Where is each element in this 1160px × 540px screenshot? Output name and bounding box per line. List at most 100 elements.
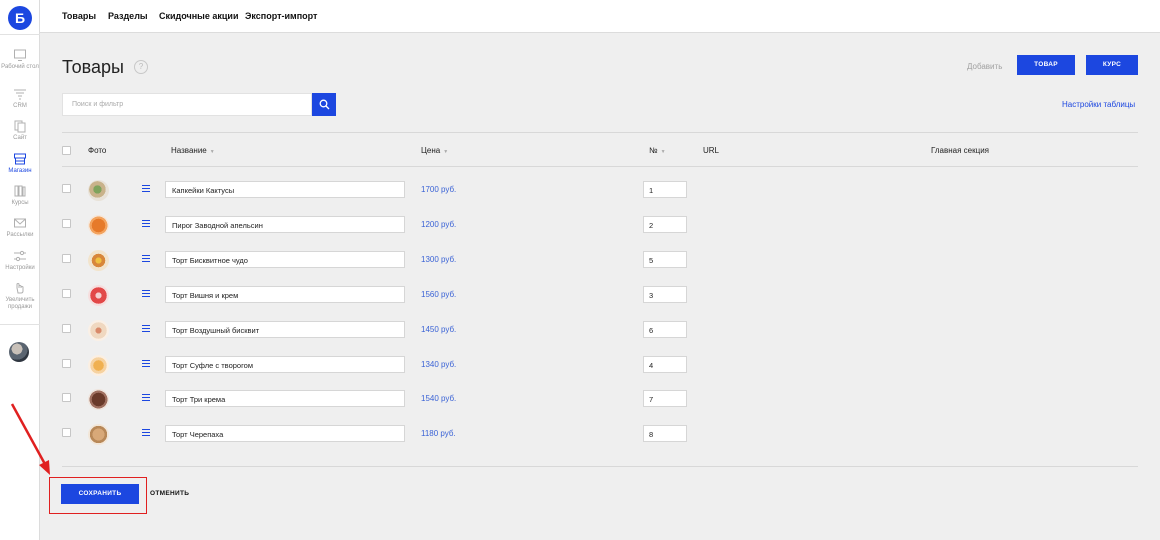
sort-arrow-icon: ▼ — [660, 149, 666, 155]
pages-icon — [14, 120, 26, 133]
product-number-field[interactable]: 4 — [643, 355, 687, 373]
drag-handle-icon[interactable] — [141, 254, 151, 265]
nav-tab-products[interactable]: Товары — [62, 11, 96, 21]
drag-handle-icon[interactable] — [141, 289, 151, 300]
product-name-field[interactable]: Торт Суфле с творогом — [165, 355, 405, 373]
add-label: Добавить — [967, 62, 1003, 71]
sidebar-item-dashboard[interactable]: Рабочий стол — [0, 48, 40, 71]
row-checkbox[interactable] — [62, 184, 71, 193]
column-header-name[interactable]: Название ▼ — [171, 146, 215, 155]
hand-icon — [16, 283, 24, 294]
product-number-field[interactable]: 3 — [643, 285, 687, 303]
product-number-field[interactable]: 6 — [643, 320, 687, 338]
search-button[interactable] — [312, 93, 336, 116]
product-photo — [88, 354, 109, 376]
page-title: Товары — [62, 57, 124, 77]
shop-icon — [14, 153, 26, 165]
table-divider — [62, 166, 1138, 167]
product-name-field[interactable]: Торт Воздушный бисквит — [165, 320, 405, 338]
sidebar-item-label: Рабочий стол — [1, 64, 39, 70]
row-checkbox[interactable] — [62, 253, 71, 263]
product-number-field[interactable]: 7 — [643, 390, 687, 408]
product-price[interactable]: 1340 руб. — [421, 360, 456, 369]
sidebar: Б Рабочий стол CRM Сайт Магазин Курсы Ра… — [0, 0, 40, 540]
product-number-field[interactable]: 2 — [643, 215, 687, 233]
product-number-field[interactable]: 1 — [643, 181, 687, 198]
product-name-field[interactable]: Торт Бисквитное чудо — [165, 250, 405, 268]
product-price[interactable]: 1200 руб. — [421, 220, 456, 229]
column-header-photo: Фото — [88, 146, 107, 155]
column-header-url: URL — [703, 146, 720, 155]
product-price[interactable]: 1560 руб. — [421, 290, 456, 299]
row-checkbox[interactable] — [62, 428, 71, 438]
sidebar-item-label: Сайт — [13, 135, 27, 141]
sort-arrow-icon: ▼ — [443, 149, 449, 155]
monitor-icon — [14, 49, 26, 61]
select-all-checkbox[interactable] — [62, 146, 71, 155]
avatar[interactable] — [9, 342, 29, 362]
column-header-price[interactable]: Цена ▼ — [421, 146, 448, 155]
books-icon — [14, 185, 26, 197]
logo-icon[interactable]: Б — [8, 6, 32, 30]
cancel-button[interactable]: ОТМЕНИТЬ — [150, 490, 189, 497]
product-photo — [88, 180, 109, 201]
table-divider — [62, 466, 1138, 467]
product-photo — [88, 424, 109, 446]
funnel-icon — [14, 89, 26, 100]
sidebar-item-courses[interactable]: Курсы — [0, 184, 40, 207]
column-header-label: № — [649, 146, 658, 155]
sidebar-item-crm[interactable]: CRM — [0, 87, 40, 110]
column-header-label: Цена — [421, 146, 441, 155]
product-name-field[interactable]: Торт Черепаха — [165, 425, 405, 443]
drag-handle-icon[interactable] — [141, 429, 151, 439]
sidebar-item-label: Магазин — [8, 168, 32, 174]
column-header-label: Название — [171, 146, 207, 155]
drag-handle-icon[interactable] — [141, 324, 151, 335]
row-checkbox[interactable] — [62, 358, 71, 368]
sidebar-item-label: Настройки — [5, 265, 35, 271]
product-name-field[interactable]: Пирог Заводной апельсин — [165, 215, 405, 233]
search-input[interactable]: Поиск и фильтр — [62, 93, 312, 116]
product-price[interactable]: 1540 руб. — [421, 394, 456, 403]
sidebar-item-shop[interactable]: Магазин — [0, 152, 40, 175]
product-name-field[interactable]: Торт Три крема — [165, 390, 405, 408]
product-photo — [88, 214, 109, 236]
column-header-number[interactable]: № ▼ — [649, 146, 666, 155]
nav-tab-discounts[interactable]: Скидочные акции — [159, 11, 238, 21]
row-checkbox[interactable] — [62, 393, 71, 403]
table-settings-link[interactable]: Настройки таблицы — [1062, 100, 1135, 109]
drag-handle-icon[interactable] — [141, 359, 151, 370]
product-number-field[interactable]: 8 — [643, 425, 687, 443]
help-icon[interactable]: ? — [134, 60, 148, 74]
add-course-button[interactable]: КУРС — [1086, 55, 1138, 75]
row-checkbox[interactable] — [62, 288, 71, 298]
product-price[interactable]: 1450 руб. — [421, 325, 456, 334]
row-checkbox[interactable] — [62, 323, 71, 333]
sidebar-item-boost-sales[interactable]: Увеличить продажи — [0, 281, 40, 311]
table-divider — [62, 132, 1138, 133]
drag-handle-icon[interactable] — [141, 394, 151, 404]
product-price[interactable]: 1300 руб. — [421, 255, 456, 264]
sidebar-item-site[interactable]: Сайт — [0, 119, 40, 142]
column-header-main-section: Главная секция — [931, 146, 990, 155]
sidebar-item-mailing[interactable]: Рассылки — [0, 216, 40, 239]
product-name-field[interactable]: Торт Вишня и крем — [165, 285, 405, 303]
drag-handle-icon[interactable] — [141, 219, 151, 230]
drag-handle-icon[interactable] — [141, 185, 151, 195]
nav-tab-export-import[interactable]: Экспорт-импорт — [245, 11, 317, 21]
product-photo — [88, 389, 109, 411]
product-price[interactable]: 1180 руб. — [421, 429, 456, 438]
product-number-field[interactable]: 5 — [643, 250, 687, 268]
row-checkbox[interactable] — [62, 218, 71, 228]
product-photo — [88, 284, 109, 306]
highlight-box — [49, 477, 147, 514]
sidebar-item-settings[interactable]: Настройки — [0, 249, 40, 272]
sidebar-divider — [0, 34, 40, 35]
sidebar-item-label: Рассылки — [6, 232, 34, 238]
nav-tab-sections[interactable]: Разделы — [108, 11, 148, 21]
product-name-field[interactable]: Капкейки Кактусы — [165, 181, 405, 198]
add-product-button[interactable]: ТОВАР — [1017, 55, 1075, 75]
product-photo — [88, 319, 109, 341]
sidebar-divider — [0, 324, 40, 325]
product-price[interactable]: 1700 руб. — [421, 185, 456, 194]
